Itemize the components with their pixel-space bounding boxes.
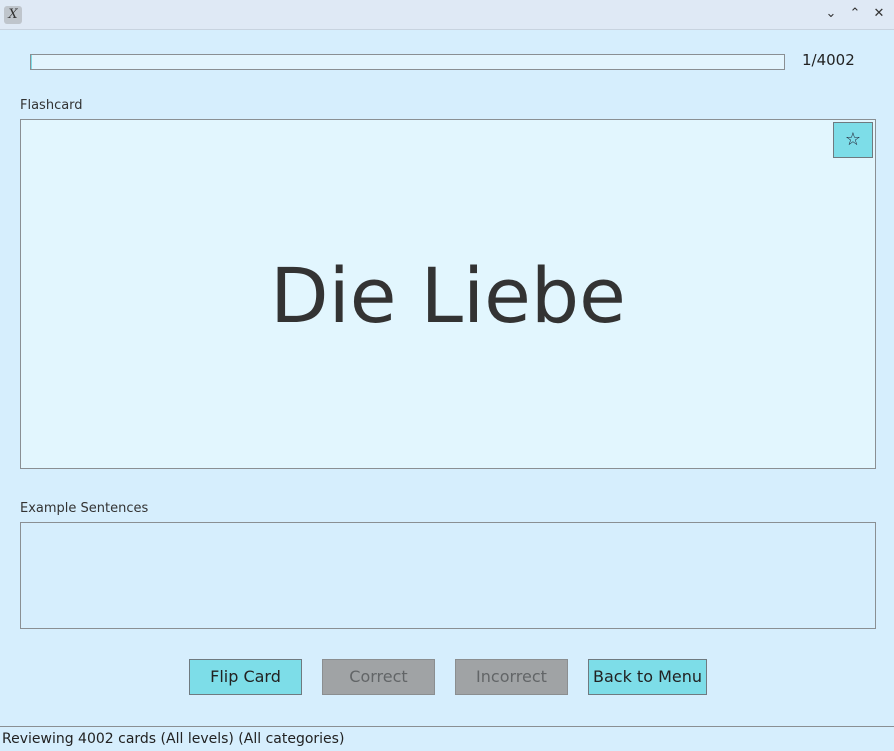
app-logo-icon: X xyxy=(4,6,22,24)
star-outline-icon: ☆ xyxy=(844,129,862,150)
back-to-menu-button[interactable]: Back to Menu xyxy=(588,659,707,695)
incorrect-button[interactable]: Incorrect xyxy=(455,659,568,695)
correct-button[interactable]: Correct xyxy=(322,659,435,695)
progress-bar xyxy=(30,54,785,70)
favorite-star-button[interactable]: ☆ xyxy=(833,122,873,158)
flashcard-panel[interactable]: Die Liebe ☆ xyxy=(20,119,876,469)
flashcard-section-label: Flashcard xyxy=(20,98,83,113)
close-icon[interactable]: ✕ xyxy=(870,5,888,23)
progress-label: 1/4002 xyxy=(802,51,855,69)
maximize-icon[interactable]: ⌃ xyxy=(846,5,864,23)
minimize-icon[interactable]: ⌄ xyxy=(822,5,840,23)
status-bar: Reviewing 4002 cards (All levels) (All c… xyxy=(0,726,894,751)
flashcard-word: Die Liebe xyxy=(270,251,626,340)
flip-card-button[interactable]: Flip Card xyxy=(189,659,302,695)
example-sentences-label: Example Sentences xyxy=(20,501,149,516)
example-sentences-box[interactable] xyxy=(20,522,876,629)
status-text: Reviewing 4002 cards (All levels) (All c… xyxy=(2,731,345,747)
title-bar: X ⌄ ⌃ ✕ xyxy=(0,0,894,30)
